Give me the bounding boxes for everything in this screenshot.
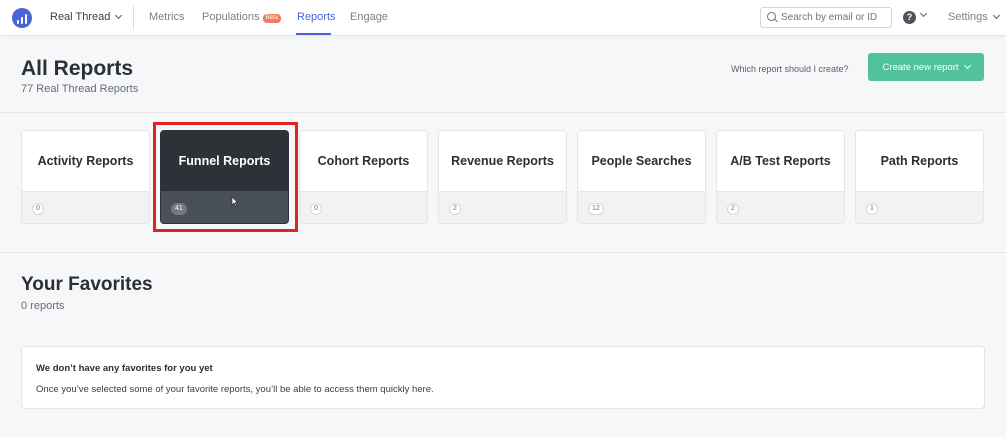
report-card-footer: 2 — [439, 191, 566, 223]
report-card-cohort[interactable]: Cohort Reports 0 — [299, 130, 428, 224]
chevron-down-icon[interactable] — [919, 9, 928, 18]
chevron-down-icon — [992, 11, 1000, 20]
create-button-label: Create new report — [882, 61, 959, 73]
report-card-footer: 1 — [856, 191, 983, 223]
report-card-funnel[interactable]: Funnel Reports 41 — [160, 130, 289, 224]
chevron-down-icon — [963, 61, 971, 70]
search-icon — [767, 12, 776, 21]
top-nav: Real Thread Metrics Populations Beta Repo… — [0, 0, 1006, 36]
report-count-badge: 2 — [727, 203, 739, 215]
favorites-title: Your Favorites — [21, 274, 153, 295]
create-new-report-button[interactable]: Create new report — [868, 53, 984, 81]
search-input[interactable] — [760, 7, 892, 28]
report-card-title: Funnel Reports — [178, 154, 271, 168]
report-card-footer: 0 — [22, 191, 149, 223]
favorites-empty-state: We don’t have any favorites for you yet … — [21, 346, 985, 409]
report-card-people-searches[interactable]: People Searches 12 — [577, 130, 706, 224]
nav-item-engage[interactable]: Engage — [350, 11, 388, 23]
report-card-title: Path Reports — [880, 154, 959, 168]
report-card-footer: 12 — [578, 191, 705, 223]
report-count-badge: 41 — [171, 203, 187, 215]
report-card-title: People Searches — [591, 154, 692, 168]
report-count-badge: 0 — [32, 203, 44, 215]
report-card-footer: 41 — [161, 191, 288, 223]
divider — [0, 252, 1006, 253]
report-card-footer: 0 — [300, 191, 427, 223]
nav-item-label: Populations — [202, 11, 260, 23]
report-count-badge: 1 — [866, 203, 878, 215]
report-card-ab-test[interactable]: A/B Test Reports 2 — [716, 130, 845, 224]
report-card-activity[interactable]: Activity Reports 0 — [21, 130, 150, 224]
nav-item-reports[interactable]: Reports — [297, 11, 336, 23]
chevron-down-icon — [115, 11, 123, 20]
report-count-badge: 12 — [588, 203, 604, 215]
settings-menu[interactable]: Settings — [948, 11, 1000, 23]
report-card-revenue[interactable]: Revenue Reports 2 — [438, 130, 567, 224]
app-name: Real Thread — [50, 11, 111, 23]
app-switcher[interactable]: Real Thread — [50, 11, 123, 23]
report-count-badge: 0 — [310, 203, 322, 215]
nav-item-metrics[interactable]: Metrics — [149, 11, 184, 23]
report-card-path[interactable]: Path Reports 1 — [855, 130, 984, 224]
report-card-title: Cohort Reports — [317, 154, 410, 168]
pointer-cursor-icon — [231, 197, 238, 207]
nav-item-populations[interactable]: Populations Beta — [202, 11, 281, 23]
app-logo-icon[interactable] — [12, 8, 32, 28]
nav-divider — [133, 6, 134, 30]
favorites-count: 0 reports — [21, 300, 65, 312]
report-card-title: A/B Test Reports — [730, 154, 831, 168]
empty-state-body: Once you’ve selected some of your favori… — [36, 384, 434, 395]
which-report-link[interactable]: Which report should I create? — [731, 64, 849, 74]
empty-state-heading: We don’t have any favorites for you yet — [36, 363, 213, 374]
report-card-title: Revenue Reports — [451, 154, 554, 168]
page-subtitle: 77 Real Thread Reports — [21, 83, 139, 95]
report-card-footer: 2 — [717, 191, 844, 223]
divider — [0, 112, 1006, 113]
settings-label: Settings — [948, 11, 988, 23]
report-card-title: Activity Reports — [37, 154, 134, 168]
report-count-badge: 2 — [449, 203, 461, 215]
beta-badge: Beta — [262, 14, 281, 23]
help-icon[interactable]: ? — [903, 11, 916, 24]
page-title: All Reports — [21, 57, 134, 80]
active-tab-indicator — [296, 33, 331, 35]
